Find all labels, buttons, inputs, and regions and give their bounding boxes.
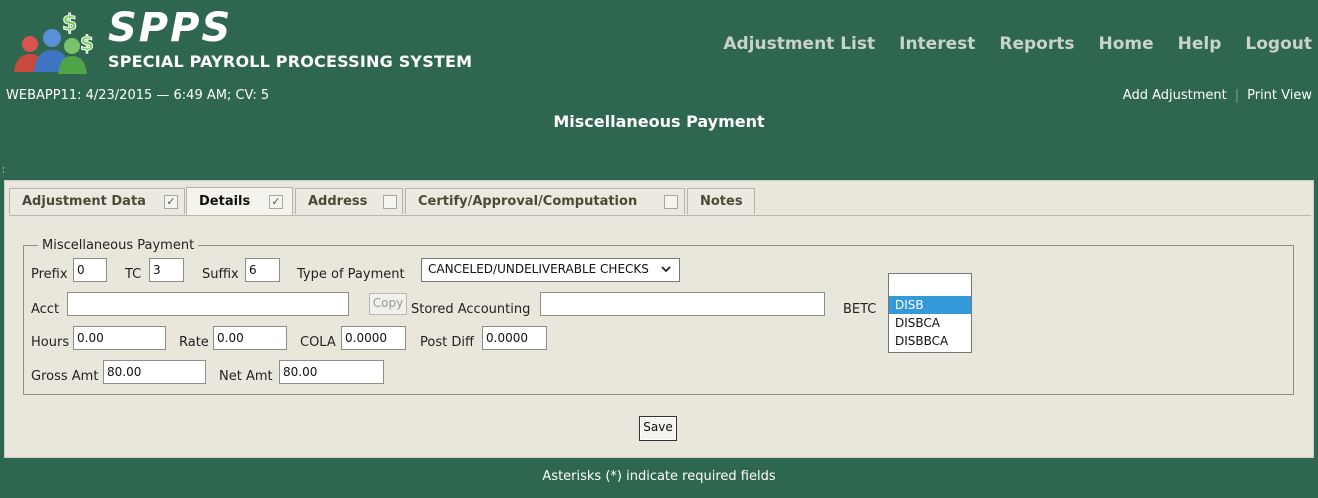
svg-text:$: $ bbox=[80, 31, 94, 55]
tab-address[interactable]: Address bbox=[295, 188, 403, 214]
net-amt-input[interactable] bbox=[279, 360, 384, 384]
save-button[interactable]: Save bbox=[639, 416, 677, 441]
betc-label: BETC bbox=[843, 302, 877, 317]
stored-accounting-label: Stored Accounting bbox=[411, 302, 531, 317]
hours-label: Hours bbox=[31, 335, 70, 350]
tc-label: TC bbox=[125, 267, 142, 282]
betc-listbox[interactable]: DISB DISBCA DISBBCA bbox=[888, 273, 972, 353]
fieldset-legend: Miscellaneous Payment bbox=[42, 238, 195, 253]
cola-label: COLA bbox=[300, 335, 336, 350]
prefix-label: Prefix bbox=[31, 267, 68, 282]
tab-label: Notes bbox=[700, 194, 743, 209]
tab-certify-approval-computation[interactable]: Certify/Approval/Computation bbox=[405, 188, 685, 214]
tab-details[interactable]: Details ✓ bbox=[186, 187, 293, 215]
type-of-payment-value: CANCELED/UNDELIVERABLE CHECKS bbox=[428, 262, 649, 276]
tab-label: Adjustment Data bbox=[22, 194, 146, 209]
nav-logout[interactable]: Logout bbox=[1245, 34, 1312, 54]
chevron-down-icon bbox=[661, 266, 671, 273]
gross-amt-label: Gross Amt bbox=[31, 369, 99, 384]
people-money-icon: $ $ bbox=[14, 11, 94, 74]
nav-home[interactable]: Home bbox=[1098, 34, 1153, 54]
logo-title: SPPS bbox=[108, 5, 233, 51]
main-panel: Adjustment Data ✓ Details ✓ Address Cert… bbox=[4, 180, 1314, 458]
betc-option-selected[interactable]: DISB bbox=[889, 296, 971, 314]
tc-input[interactable] bbox=[149, 258, 184, 282]
nav-reports[interactable]: Reports bbox=[999, 34, 1074, 54]
tab-notes[interactable]: Notes bbox=[687, 188, 755, 214]
betc-option[interactable]: DISBCA bbox=[889, 314, 971, 332]
acct-label: Acct bbox=[31, 302, 60, 317]
post-diff-label: Post Diff bbox=[420, 335, 474, 350]
nav-interest[interactable]: Interest bbox=[899, 34, 975, 54]
link-separator: | bbox=[1234, 88, 1240, 103]
type-of-payment-select[interactable]: CANCELED/UNDELIVERABLE CHECKS bbox=[421, 258, 680, 282]
post-diff-input[interactable] bbox=[482, 326, 547, 350]
action-links: Add Adjustment | Print View bbox=[1123, 88, 1312, 103]
nav-adjustment-list[interactable]: Adjustment List bbox=[723, 34, 875, 54]
rate-label: Rate bbox=[179, 335, 209, 350]
logo-subtitle: SPECIAL PAYROLL PROCESSING SYSTEM bbox=[108, 52, 473, 71]
status-line: WEBAPP11: 4/23/2015 — 6:49 AM; CV: 5 bbox=[6, 88, 270, 103]
type-of-payment-label: Type of Payment bbox=[297, 267, 405, 282]
tab-check-icon: ✓ bbox=[164, 195, 178, 209]
copy-button[interactable]: Copy bbox=[369, 293, 407, 315]
print-view-link[interactable]: Print View bbox=[1247, 88, 1312, 103]
rate-input[interactable] bbox=[213, 326, 287, 350]
hours-input[interactable] bbox=[73, 326, 166, 350]
tab-label: Details bbox=[199, 194, 251, 209]
spps-logo: $ $ SPPS SPECIAL PAYROLL PROCESSING SYST… bbox=[8, 5, 472, 76]
page-title: Miscellaneous Payment bbox=[553, 112, 765, 131]
cola-input[interactable] bbox=[341, 326, 406, 350]
top-nav: Adjustment List Interest Reports Home He… bbox=[699, 34, 1312, 54]
tab-adjustment-data[interactable]: Adjustment Data ✓ bbox=[9, 188, 185, 214]
tab-checkbox-icon bbox=[664, 195, 678, 209]
stored-accounting-input[interactable] bbox=[540, 292, 825, 316]
net-amt-label: Net Amt bbox=[219, 369, 273, 384]
acct-input[interactable] bbox=[67, 292, 349, 316]
tab-label: Address bbox=[308, 194, 368, 209]
footer-note: Asterisks (*) indicate required fields bbox=[542, 469, 776, 484]
svg-text:$: $ bbox=[62, 11, 77, 36]
suffix-label: Suffix bbox=[202, 267, 239, 282]
betc-option[interactable] bbox=[889, 277, 971, 295]
prefix-input[interactable] bbox=[73, 258, 107, 282]
add-adjustment-link[interactable]: Add Adjustment bbox=[1123, 88, 1227, 103]
suffix-input[interactable] bbox=[245, 258, 280, 282]
betc-option[interactable]: DISBBCA bbox=[889, 332, 971, 350]
gross-amt-input[interactable] bbox=[103, 360, 206, 384]
tab-check-icon: ✓ bbox=[269, 195, 283, 209]
nav-help[interactable]: Help bbox=[1178, 34, 1222, 54]
tab-bar: Adjustment Data ✓ Details ✓ Address Cert… bbox=[9, 187, 1311, 216]
tab-checkbox-icon bbox=[383, 195, 397, 209]
tab-label: Certify/Approval/Computation bbox=[418, 194, 638, 209]
resize-handle: · · bbox=[2, 164, 5, 178]
